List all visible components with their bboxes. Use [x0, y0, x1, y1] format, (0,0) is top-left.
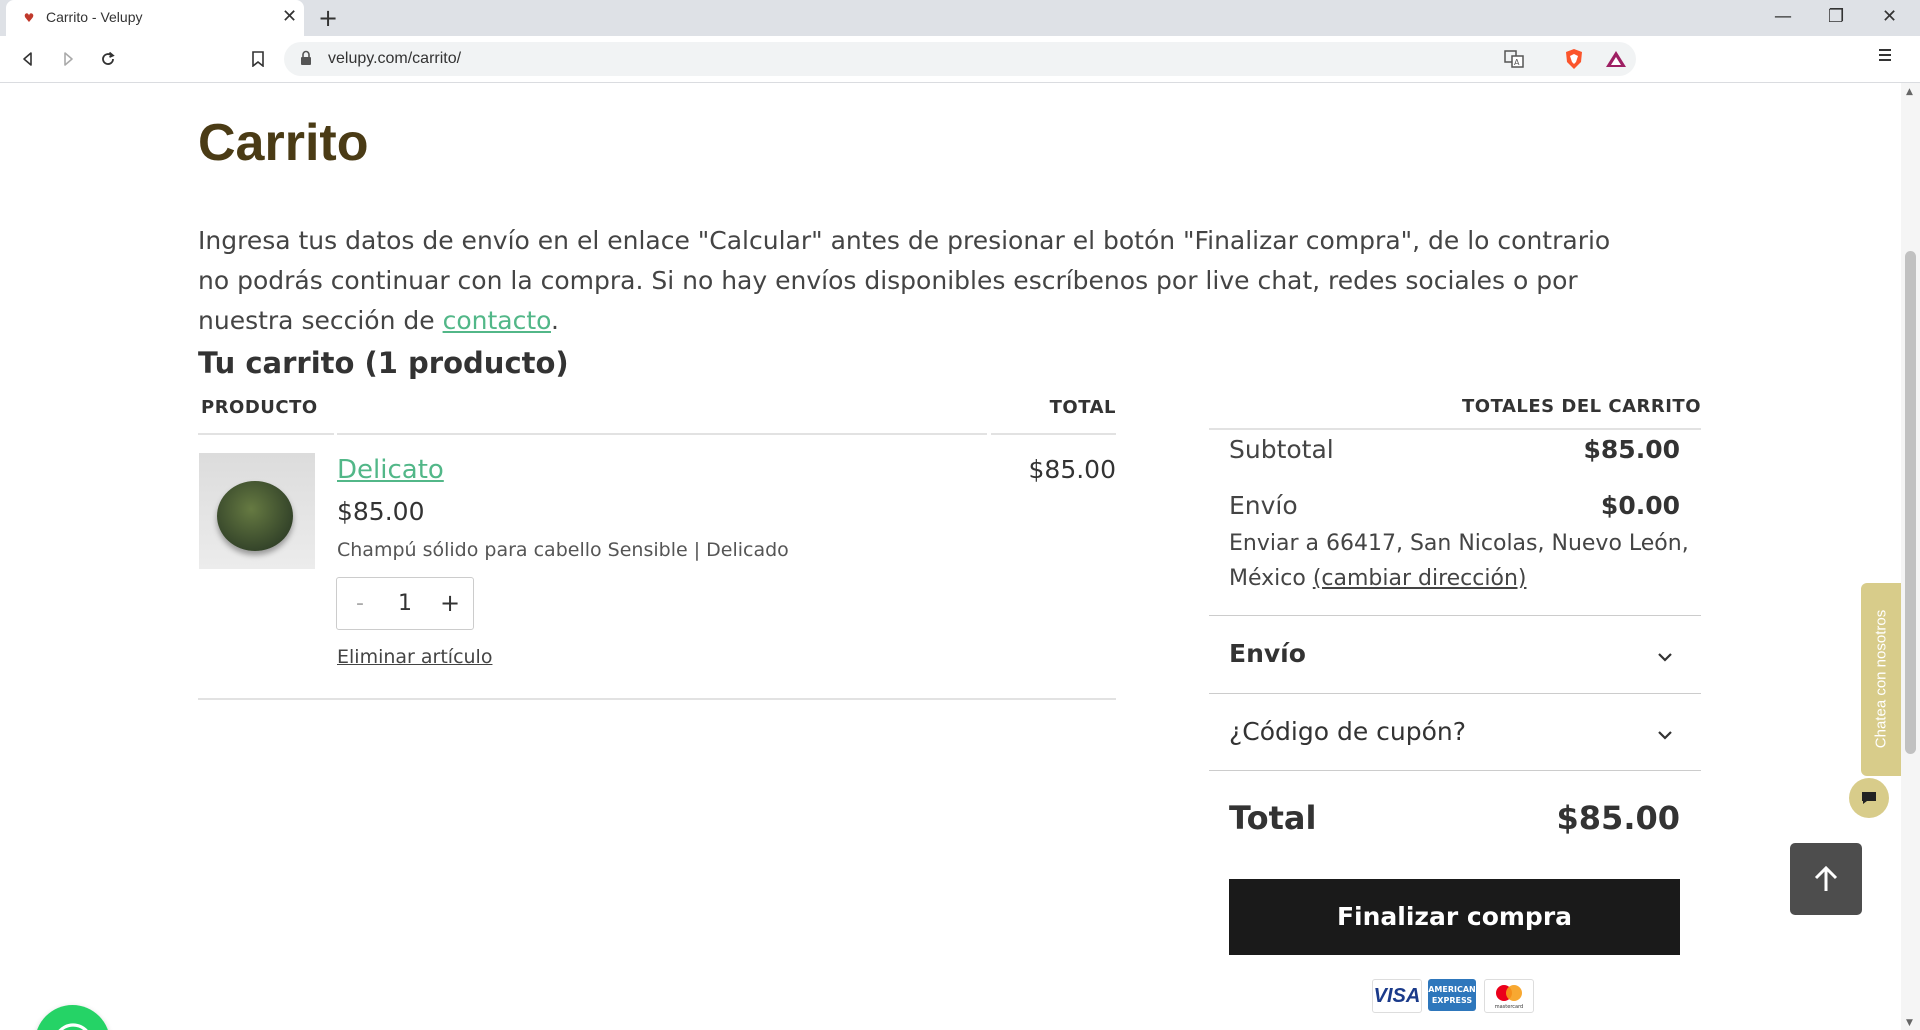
scroll-up-arrow-icon[interactable]: ▲	[1906, 87, 1913, 97]
soap-image	[217, 481, 293, 551]
cart-heading: Tu carrito (1 producto)	[198, 346, 569, 380]
chat-tab[interactable]: Chatea con nosotros	[1861, 583, 1901, 776]
site-favicon-icon: ♥	[23, 11, 35, 25]
chat-bubble-icon[interactable]	[1849, 778, 1889, 818]
back-icon[interactable]	[14, 45, 42, 73]
change-address-link[interactable]: (cambiar dirección)	[1313, 566, 1527, 591]
scrollbar-thumb[interactable]	[1905, 251, 1916, 754]
new-tab-icon[interactable]: +	[318, 4, 338, 32]
header-divider	[198, 433, 334, 435]
notice-end: .	[551, 306, 559, 335]
product-price: $85.00	[337, 497, 425, 526]
quantity-input[interactable]: 1	[377, 578, 433, 629]
brave-rewards-icon[interactable]	[1604, 47, 1628, 71]
shipping-label: Envío	[1229, 491, 1298, 520]
column-header-total: TOTAL	[1049, 397, 1116, 418]
product-name-link[interactable]: Delicato	[337, 455, 444, 485]
quantity-stepper: - 1 +	[336, 577, 474, 630]
menu-icon[interactable]	[1878, 47, 1892, 66]
bookmark-icon[interactable]	[244, 45, 272, 73]
tab-strip: ♥ Carrito - Velupy ✕ + — ❐ ✕	[0, 0, 1920, 36]
shipping-destination: Enviar a 66417, San Nicolas, Nuevo León,…	[1229, 526, 1689, 596]
browser-tab[interactable]: ♥ Carrito - Velupy ✕	[6, 0, 304, 36]
tab-close-icon[interactable]: ✕	[282, 6, 297, 28]
quantity-increase-button[interactable]: +	[435, 578, 465, 629]
shipping-value: $0.00	[1600, 491, 1680, 520]
column-header-product: PRODUCTO	[201, 397, 318, 418]
mastercard-logo: mastercard	[1484, 979, 1534, 1013]
page-content: Carrito Ingresa tus datos de envío en el…	[0, 83, 1901, 1030]
whatsapp-icon	[57, 1022, 88, 1030]
svg-text:A: A	[1514, 58, 1520, 67]
notice-text: Ingresa tus datos de envío en el enlace …	[198, 226, 1611, 335]
arrow-up-icon	[1814, 865, 1838, 891]
header-divider	[337, 433, 987, 435]
address-bar[interactable]: velupy.com/carrito/ A	[284, 42, 1636, 76]
totals-divider	[1209, 428, 1701, 430]
scroll-down-arrow-icon[interactable]: ▼	[1906, 1018, 1913, 1028]
header-divider	[991, 433, 1116, 435]
page-scrollbar[interactable]: ▲ ▼	[1901, 83, 1920, 1030]
totals-divider	[1209, 770, 1701, 771]
totals-divider	[1209, 693, 1701, 694]
translate-icon[interactable]: A	[1502, 47, 1526, 71]
shipping-notice: Ingresa tus datos de envío en el enlace …	[198, 221, 1638, 341]
minimize-icon[interactable]: —	[1774, 6, 1792, 28]
quantity-decrease-button[interactable]: -	[345, 578, 375, 629]
product-thumbnail[interactable]	[199, 453, 315, 569]
shipping-accordion-label[interactable]: Envío	[1229, 639, 1306, 668]
window-close-icon[interactable]: ✕	[1882, 6, 1897, 28]
cart-totals-heading: TOTALES DEL CARRITO	[1462, 396, 1701, 417]
amex-logo: AMERICAN EXPRESS	[1428, 979, 1476, 1011]
page-title: Carrito	[198, 114, 369, 172]
chevron-down-icon[interactable]	[1653, 723, 1677, 747]
cart-bottom-divider	[198, 698, 1116, 700]
lock-icon	[300, 50, 312, 70]
subtotal-label: Subtotal	[1229, 435, 1334, 464]
tab-title: Carrito - Velupy	[46, 9, 143, 25]
maximize-icon[interactable]: ❐	[1828, 6, 1844, 28]
mastercard-text: mastercard	[1495, 1004, 1523, 1010]
brave-shield-icon[interactable]	[1562, 47, 1586, 71]
coupon-accordion-label[interactable]: ¿Código de cupón?	[1229, 717, 1466, 746]
order-total-value: $85.00	[1556, 799, 1680, 837]
visa-logo: VISA	[1372, 979, 1422, 1013]
chat-tab-label: Chatea con nosotros	[1872, 609, 1890, 749]
reload-icon[interactable]	[94, 45, 122, 73]
whatsapp-button[interactable]	[35, 1005, 110, 1030]
line-total: $85.00	[1028, 455, 1116, 484]
browser-toolbar: velupy.com/carrito/ A	[0, 36, 1920, 83]
product-description: Champú sólido para cabello Sensible | De…	[337, 539, 789, 561]
chevron-down-icon[interactable]	[1653, 645, 1677, 669]
checkout-button[interactable]: Finalizar compra	[1229, 879, 1680, 955]
remove-item-link[interactable]: Eliminar artículo	[337, 646, 492, 668]
contact-link[interactable]: contacto	[443, 306, 551, 335]
subtotal-value: $85.00	[1583, 435, 1680, 464]
totals-divider	[1209, 615, 1701, 616]
url-text[interactable]: velupy.com/carrito/	[328, 50, 461, 68]
forward-icon[interactable]	[54, 45, 82, 73]
scroll-to-top-button[interactable]	[1790, 843, 1862, 915]
order-total-label: Total	[1229, 799, 1317, 837]
